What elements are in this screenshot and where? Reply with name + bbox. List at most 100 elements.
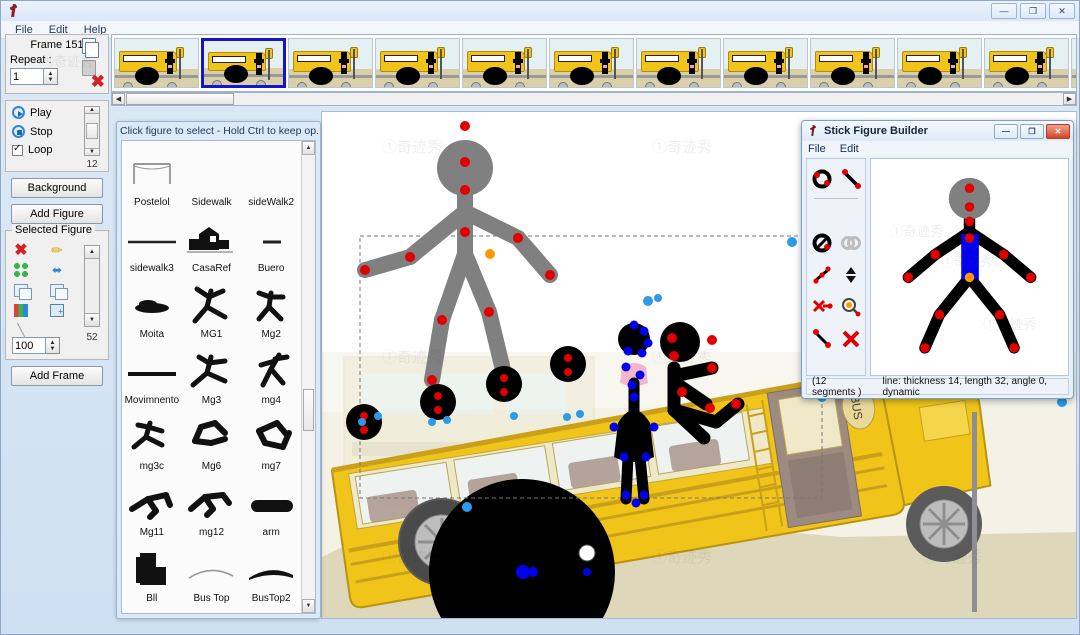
add-line-icon[interactable] [836,163,865,195]
timeline-frame-thumbnail[interactable] [201,38,286,88]
library-item[interactable]: Mg11 [122,473,182,539]
speed-scrollbar[interactable]: ▲ ▼ [84,106,100,156]
background-button[interactable]: Background [11,178,103,198]
library-item[interactable]: Movimnento [122,341,182,407]
library-item-thumbnail [122,351,182,395]
frame-panel: Frame 151 Repeat : ▲▼ ✖ [5,34,109,94]
library-item[interactable]: Bus Top [182,539,242,605]
library-item[interactable] [241,605,301,614]
library-item[interactable]: Postelol [122,143,182,209]
library-item[interactable]: sidewalk3 [122,209,182,275]
library-item[interactable]: Moita [122,275,182,341]
timeline-frame-thumbnail[interactable] [723,38,808,88]
figure-scale-input[interactable] [12,337,46,354]
library-item[interactable] [182,605,242,614]
add-segment-icon[interactable] [807,259,836,291]
repeat-spin-buttons[interactable]: ▲▼ [44,68,58,85]
library-item[interactable]: Buero [241,209,301,275]
timeline-filmstrip[interactable] [111,34,1077,92]
delete-frame-icon[interactable]: ✖ [91,75,105,89]
library-item-label: mg12 [199,527,224,538]
library-item[interactable]: mg12 [182,473,242,539]
library-scroll-thumb[interactable] [303,389,314,431]
timeline-frame-thumbnail[interactable] [375,38,460,88]
close-button[interactable]: ✕ [1049,3,1075,19]
library-item[interactable]: sideWalk2 [241,143,301,209]
builder-minimize-button[interactable]: — [994,124,1018,139]
timeline-frame-thumbnail[interactable] [1071,38,1077,88]
timeline-scroll-thumb[interactable] [126,93,234,105]
timeline-frame-thumbnail[interactable] [636,38,721,88]
edit-figure-icon[interactable]: ✏ [47,241,67,259]
library-item[interactable] [122,605,182,614]
library-scroll-down-icon[interactable]: ▼ [302,599,315,613]
minimize-button[interactable]: — [991,3,1017,19]
timeline-frame-thumbnail[interactable] [288,38,373,88]
repeat-input[interactable] [10,68,44,85]
builder-canvas[interactable]: ①奇迹秀 ①奇迹秀 [870,158,1069,376]
library-scroll-up-icon[interactable]: ▲ [302,141,315,155]
library-item[interactable]: BusTop2 [241,539,301,605]
speed-value: 12 [84,159,100,170]
library-item[interactable]: CasaRef [182,209,242,275]
cut-segment-icon[interactable] [807,291,836,323]
copy-icon[interactable] [82,38,96,54]
layer-up-arrow[interactable]: ▲ [85,246,99,259]
speed-up-arrow[interactable]: ▲ [85,107,99,114]
delete-figure-icon[interactable]: ✖ [11,241,31,259]
speed-down-arrow[interactable]: ▼ [85,148,99,155]
layer-down-arrow[interactable]: ▼ [85,313,99,326]
node-points-icon[interactable] [11,261,31,279]
builder-close-button[interactable]: ✕ [1046,124,1070,139]
library-item[interactable]: mg3c [122,407,182,473]
builder-menu-edit[interactable]: Edit [840,143,867,155]
figure-scale-spin-buttons[interactable]: ▲▼ [46,337,60,354]
timeline-scrollbar[interactable]: ◀ ▶ [111,92,1077,106]
builder-maximize-button[interactable]: ❐ [1020,124,1044,139]
library-item[interactable]: Mg3 [182,341,242,407]
timeline-frame-thumbnail[interactable] [114,38,199,88]
library-item[interactable]: arm [241,473,301,539]
library-item[interactable]: Sidewalk [182,143,242,209]
timeline-frame-thumbnail[interactable] [462,38,547,88]
maximize-button[interactable]: ❐ [1020,3,1046,19]
figure-layer-scrollbar[interactable]: ▲ ▼ [84,245,100,327]
duplicate-figure-icon[interactable]: + [47,301,67,319]
speed-track[interactable] [85,114,99,148]
library-item[interactable]: MG1 [182,275,242,341]
add-circle-icon[interactable] [807,163,836,195]
loop-checkbox[interactable] [12,145,23,156]
timeline-frame-thumbnail[interactable] [549,38,634,88]
library-item[interactable]: Mg6 [182,407,242,473]
remove-circle-icon[interactable] [807,227,836,259]
line-segment-icon[interactable] [807,323,836,355]
library-item-thumbnail [241,153,301,197]
zoom-node-icon[interactable] [836,291,865,323]
library-item[interactable]: Bll [122,539,182,605]
speed-thumb[interactable] [86,123,98,139]
scroll-left-icon[interactable]: ◀ [112,93,125,105]
figure-scale-stepper[interactable]: ▲▼ [12,337,60,354]
flip-horizontal-icon[interactable]: ⬌ [47,261,67,279]
scroll-right-icon[interactable]: ▶ [1063,93,1076,105]
bring-forward-icon[interactable] [47,281,67,299]
figure-library-title-bar: Click figure to select - Hold Ctrl to ke… [117,122,320,139]
send-backward-icon[interactable] [11,281,31,299]
library-item[interactable]: mg4 [241,341,301,407]
figure-library-grid[interactable]: PostelolSidewalksideWalk2 sidewalk3CasaRe… [122,141,301,613]
color-palette-icon[interactable] [11,301,31,319]
merge-circles-icon[interactable] [836,227,865,259]
add-figure-button[interactable]: Add Figure [11,204,103,224]
layer-track[interactable] [85,259,99,313]
library-item-thumbnail [182,351,242,395]
add-frame-button[interactable]: Add Frame [11,366,103,386]
timeline-frame-thumbnail[interactable] [810,38,895,88]
timeline-frame-thumbnail[interactable] [984,38,1069,88]
delete-node-icon[interactable] [836,323,865,355]
library-item[interactable]: mg7 [241,407,301,473]
timeline-frame-thumbnail[interactable] [897,38,982,88]
library-item[interactable]: Mg2 [241,275,301,341]
move-updown-icon[interactable] [836,259,865,291]
builder-menu-file[interactable]: File [808,143,834,155]
figure-library-scrollbar[interactable]: ▲ ▼ [301,141,315,613]
